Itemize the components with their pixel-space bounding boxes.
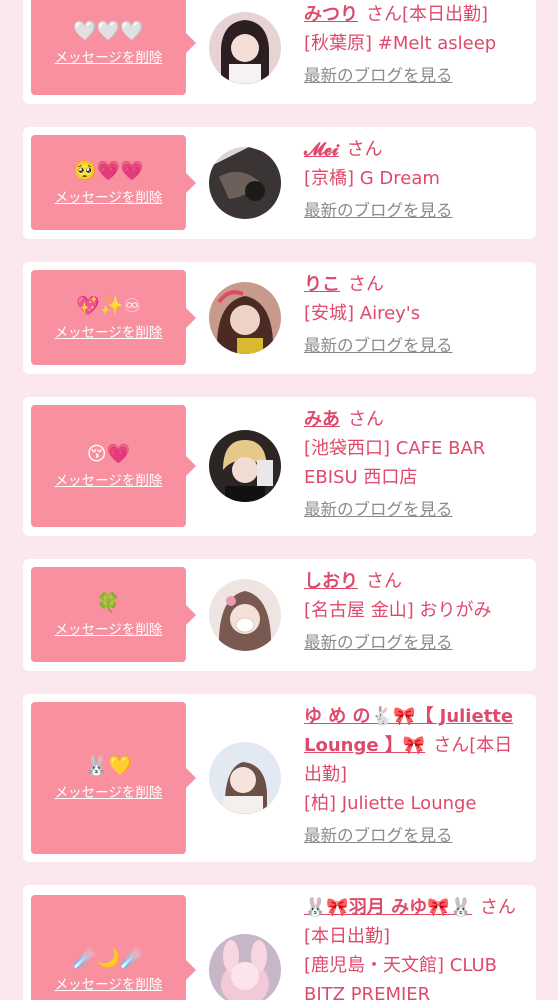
- avatar[interactable]: [209, 742, 281, 814]
- delete-message-button[interactable]: 🥺💗💗 メッセージを削除: [31, 135, 196, 230]
- delete-message-button[interactable]: ☄️🌙☄️ メッセージを削除: [31, 895, 196, 1000]
- cast-name-link[interactable]: 𝓜𝓮𝓲: [304, 139, 339, 160]
- status-tag: [本日出勤]: [304, 926, 391, 947]
- favorite-card: 🐰💛 メッセージを削除 ゆ め の🐇🎀【 Juliette Lounge 】🎀 さ…: [23, 694, 536, 862]
- cast-info: 🐰🎀羽月 みゆ🎀🐰 さん [本日出勤] [鹿児島・天文館] CLUB BITZ PR…: [304, 893, 526, 1000]
- latest-blog-link[interactable]: 最新のブログを見る: [304, 497, 453, 523]
- message-emoji: 🍀: [96, 591, 121, 614]
- delete-message-button[interactable]: 😚💗 メッセージを削除: [31, 405, 196, 527]
- shop-name: [鹿児島・天文館] CLUB BITZ PREMIER: [304, 955, 497, 1000]
- cast-info: みつり さん[本日出勤] [秋葉原] #Melt asleep 最新のブログを見る: [304, 0, 526, 89]
- avatar[interactable]: [209, 934, 281, 1000]
- delete-message-label: メッセージを削除: [54, 977, 163, 993]
- shop-name: [名古屋 金山] おりがみ: [304, 600, 492, 621]
- honorific: さん: [366, 4, 402, 25]
- message-emoji: 🥺💗💗: [73, 159, 144, 182]
- favorite-card: ☄️🌙☄️ メッセージを削除 🐰🎀羽月 みゆ🎀🐰 さん [本日出勤] [鹿児島・天文…: [23, 885, 536, 1000]
- cast-info: しおり さん [名古屋 金山] おりがみ 最新のブログを見る: [304, 567, 526, 656]
- status-tag: [本日出勤]: [402, 4, 489, 25]
- cast-info: ゆ め の🐇🎀【 Juliette Lounge 】🎀 さん[本日出勤] [柏] …: [304, 702, 526, 849]
- latest-blog-link[interactable]: 最新のブログを見る: [304, 198, 453, 224]
- latest-blog-link[interactable]: 最新のブログを見る: [304, 630, 453, 656]
- avatar[interactable]: [209, 12, 281, 84]
- delete-message-label: メッセージを削除: [54, 49, 163, 66]
- delete-message-button[interactable]: 💖✨♾ メッセージを削除: [31, 270, 196, 365]
- shop-name: [秋葉原] #Melt asleep: [304, 33, 497, 54]
- cast-info: 𝓜𝓮𝓲 さん [京橋] G Dream 最新のブログを見る: [304, 135, 526, 224]
- favorite-card: 🥺💗💗 メッセージを削除 𝓜𝓮𝓲 さん [京橋] G Dream 最新のブログを見…: [23, 127, 536, 239]
- favorite-card: 😚💗 メッセージを削除 みあ さん [池袋西口] CAFE BAR EBISU 西…: [23, 397, 536, 536]
- cast-name-link[interactable]: りこ: [304, 274, 340, 295]
- delete-message-button[interactable]: 🐰💛 メッセージを削除: [31, 702, 196, 854]
- shop-name: [柏] Juliette Lounge: [304, 793, 477, 814]
- latest-blog-link[interactable]: 最新のブログを見る: [304, 63, 453, 89]
- message-emoji: 💖✨♾: [76, 294, 141, 317]
- avatar[interactable]: [209, 147, 281, 219]
- cast-name-link[interactable]: みつり: [304, 4, 358, 25]
- favorite-card: 🍀 メッセージを削除 しおり さん [名古屋 金山] おりがみ 最新のブログを見る: [23, 559, 536, 671]
- honorific: さん: [348, 274, 384, 295]
- message-emoji: 🤍🤍🤍: [73, 19, 144, 42]
- honorific: さん: [433, 735, 470, 756]
- honorific: さん: [366, 571, 402, 592]
- shop-name: [池袋西口] CAFE BAR EBISU 西口店: [304, 438, 486, 488]
- delete-message-label: メッセージを削除: [54, 189, 163, 206]
- favorite-card: 💖✨♾ メッセージを削除 りこ さん [安城] Airey's 最新のブログを見る: [23, 262, 536, 374]
- cast-info: みあ さん [池袋西口] CAFE BAR EBISU 西口店 最新のブログを見る: [304, 405, 526, 523]
- delete-message-label: メッセージを削除: [54, 473, 163, 489]
- message-emoji: 🐰💛: [84, 755, 133, 777]
- delete-message-label: メッセージを削除: [54, 785, 163, 801]
- honorific: さん: [346, 139, 383, 160]
- delete-message-button[interactable]: 🤍🤍🤍 メッセージを削除: [31, 0, 196, 95]
- cast-info: りこ さん [安城] Airey's 最新のブログを見る: [304, 270, 526, 359]
- delete-message-label: メッセージを削除: [54, 324, 163, 341]
- cast-name-link[interactable]: しおり: [304, 571, 358, 592]
- honorific: さん: [479, 897, 516, 918]
- delete-message-label: メッセージを削除: [54, 621, 163, 638]
- favorite-card: 🤍🤍🤍 メッセージを削除 みつり さん[本日出勤] [秋葉原] #Melt asl…: [23, 0, 536, 104]
- avatar[interactable]: [209, 282, 281, 354]
- avatar[interactable]: [209, 430, 281, 502]
- cast-name-link[interactable]: 🐰🎀羽月 みゆ🎀🐰: [304, 897, 472, 918]
- latest-blog-link[interactable]: 最新のブログを見る: [304, 333, 453, 359]
- honorific: さん: [348, 409, 384, 430]
- message-emoji: ☄️🌙☄️: [73, 947, 144, 969]
- latest-blog-link[interactable]: 最新のブログを見る: [304, 823, 453, 849]
- avatar[interactable]: [209, 579, 281, 651]
- delete-message-button[interactable]: 🍀 メッセージを削除: [31, 567, 196, 662]
- shop-name: [京橋] G Dream: [304, 168, 440, 189]
- cast-name-link[interactable]: みあ: [304, 409, 340, 430]
- message-emoji: 😚💗: [86, 443, 131, 465]
- shop-name: [安城] Airey's: [304, 303, 421, 324]
- favorites-list: 🤍🤍🤍 メッセージを削除 みつり さん[本日出勤] [秋葉原] #Melt asl…: [0, 0, 558, 1000]
